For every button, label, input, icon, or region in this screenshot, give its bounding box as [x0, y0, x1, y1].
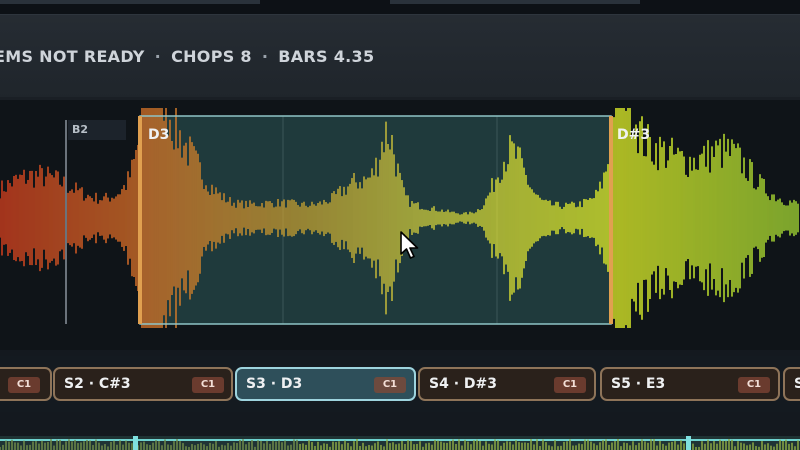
- top-tab[interactable]: [390, 0, 640, 4]
- overview-waveform[interactable]: [0, 436, 800, 450]
- waveform-editor[interactable]: B2 D3 D#3: [0, 100, 800, 350]
- overview-marker: [686, 436, 691, 450]
- slice-name: S: [794, 376, 800, 392]
- stems-status: EMS NOT READY: [0, 47, 145, 66]
- info-text: EMS NOT READY · CHOPS 8 · BARS 4.35: [0, 47, 374, 66]
- overview-marker: [133, 436, 138, 450]
- slice-name: S2 · C#3: [64, 376, 131, 392]
- top-tab[interactable]: [0, 0, 260, 4]
- marker-label-b2: B2: [68, 120, 126, 140]
- slice-6[interactable]: S: [783, 367, 800, 401]
- mouse-pointer-icon: [400, 231, 419, 259]
- slice-badge: C1: [8, 377, 40, 393]
- slice-4[interactable]: S4 · D#3 C1: [418, 367, 596, 401]
- slice-3[interactable]: S3 · D3 C1: [235, 367, 416, 401]
- top-tab-strip: [0, 0, 800, 14]
- overview-strip[interactable]: [0, 436, 800, 450]
- slice-badge: C1: [374, 377, 406, 393]
- slice-badge: C1: [738, 377, 770, 393]
- marker-label-d-sharp-3: D#3: [617, 127, 651, 143]
- slice-badge: C1: [192, 377, 224, 393]
- slice-1[interactable]: C1: [0, 367, 52, 401]
- chops-count: CHOPS 8: [171, 47, 252, 66]
- slice-bar: C1 S2 · C#3 C1 S3 · D3 C1 S4 · D#3 C1 S5…: [0, 356, 800, 412]
- slice-badge: C1: [554, 377, 586, 393]
- separator: ·: [261, 47, 269, 66]
- chop-marker-end: [609, 116, 613, 324]
- info-bar: EMS NOT READY · CHOPS 8 · BARS 4.35: [0, 14, 800, 99]
- slice-5[interactable]: S5 · E3 C1: [600, 367, 780, 401]
- marker-label-d3: D3: [148, 127, 170, 143]
- slice-name: S3 · D3: [246, 376, 303, 392]
- slice-name: S4 · D#3: [429, 376, 497, 392]
- chop-marker-start: [138, 116, 142, 324]
- bars-count: BARS 4.35: [278, 47, 375, 66]
- slice-2[interactable]: S2 · C#3 C1: [53, 367, 233, 401]
- slice-name: S5 · E3: [611, 376, 666, 392]
- separator: ·: [154, 47, 162, 66]
